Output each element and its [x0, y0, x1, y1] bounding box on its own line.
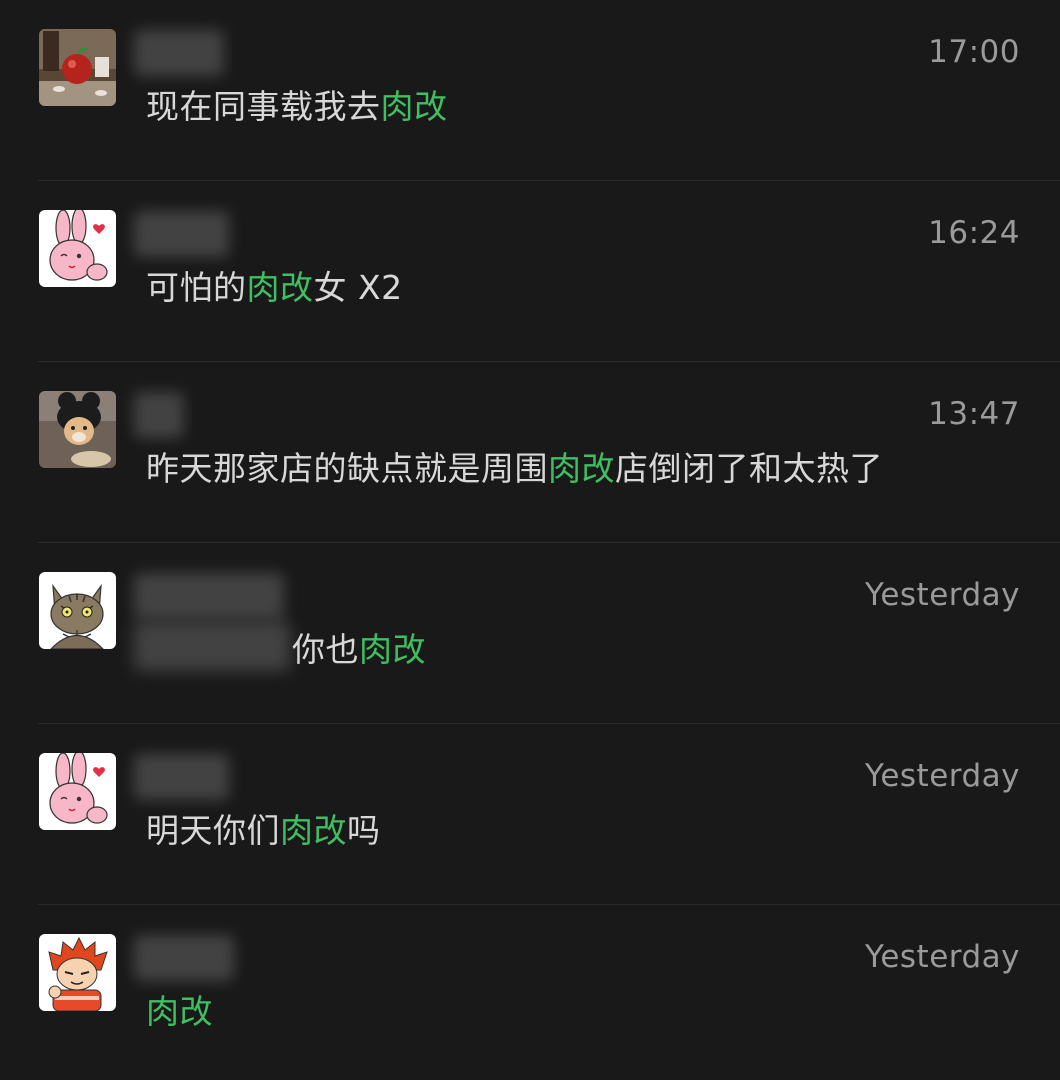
- preview-highlight: 肉改: [359, 630, 426, 669]
- chat-row[interactable]: Yesterday 你也肉改: [0, 543, 1060, 724]
- contact-name-redacted: [134, 935, 234, 981]
- chat-time: 17:00: [928, 34, 1020, 70]
- contact-name-redacted: [134, 30, 224, 76]
- preview-text: 明天你们: [146, 811, 280, 850]
- tabby-cat-avatar[interactable]: [39, 572, 116, 649]
- contact-name-redacted: [134, 754, 229, 800]
- dog-hat-avatar[interactable]: [39, 391, 116, 468]
- chat-time: 13:47: [928, 396, 1020, 432]
- contact-name-redacted: [134, 392, 184, 438]
- chat-time: Yesterday: [865, 939, 1020, 975]
- message-prefix-redacted: [134, 621, 290, 671]
- chat-row[interactable]: Yesterday 明天你们肉改吗: [0, 724, 1060, 905]
- preview-highlight: 肉改: [246, 268, 314, 307]
- preview-text: 店倒闭了和太热了: [615, 449, 883, 488]
- message-preview: 肉改: [146, 985, 213, 1033]
- preview-text: 可怕的: [146, 268, 247, 307]
- message-preview: 可怕的肉改女 X2: [146, 261, 403, 309]
- message-preview: 明天你们肉改吗: [146, 804, 381, 852]
- contact-name-redacted: [134, 573, 284, 619]
- preview-highlight: 肉改: [146, 992, 213, 1031]
- chat-time: Yesterday: [865, 577, 1020, 613]
- chat-row[interactable]: 16:24 可怕的肉改女 X2: [0, 181, 1060, 362]
- contact-name-redacted: [134, 211, 229, 257]
- preview-text: 吗: [347, 811, 381, 850]
- chat-time: Yesterday: [865, 758, 1020, 794]
- chat-row[interactable]: 13:47 昨天那家店的缺点就是周围肉改店倒闭了和太热了: [0, 362, 1060, 543]
- chat-row[interactable]: 17:00 现在同事载我去肉改: [0, 0, 1060, 181]
- chat-list: 17:00 现在同事载我去肉改 16:24 可怕的肉改女 X2 13:47 昨天…: [0, 0, 1060, 1080]
- pink-bunny-avatar[interactable]: [39, 753, 116, 830]
- preview-text: 你也: [292, 630, 359, 669]
- message-preview: 昨天那家店的缺点就是周围肉改店倒闭了和太热了: [146, 442, 883, 490]
- red-hair-boy-avatar[interactable]: [39, 934, 116, 1011]
- chat-row[interactable]: Yesterday 肉改: [0, 905, 1060, 1080]
- preview-highlight: 肉改: [380, 87, 448, 126]
- preview-text: 昨天那家店的缺点就是周围: [146, 449, 548, 488]
- preview-highlight: 肉改: [280, 811, 347, 850]
- preview-highlight: 肉改: [548, 449, 615, 488]
- message-preview: 现在同事载我去肉改: [146, 80, 448, 128]
- preview-text: 女 X2: [313, 268, 403, 307]
- message-preview: 你也肉改: [292, 623, 426, 671]
- pink-bunny-avatar[interactable]: [39, 210, 116, 287]
- apple-photo-avatar[interactable]: [39, 29, 116, 106]
- preview-text: 现在同事载我去: [146, 87, 381, 126]
- chat-time: 16:24: [928, 215, 1020, 251]
